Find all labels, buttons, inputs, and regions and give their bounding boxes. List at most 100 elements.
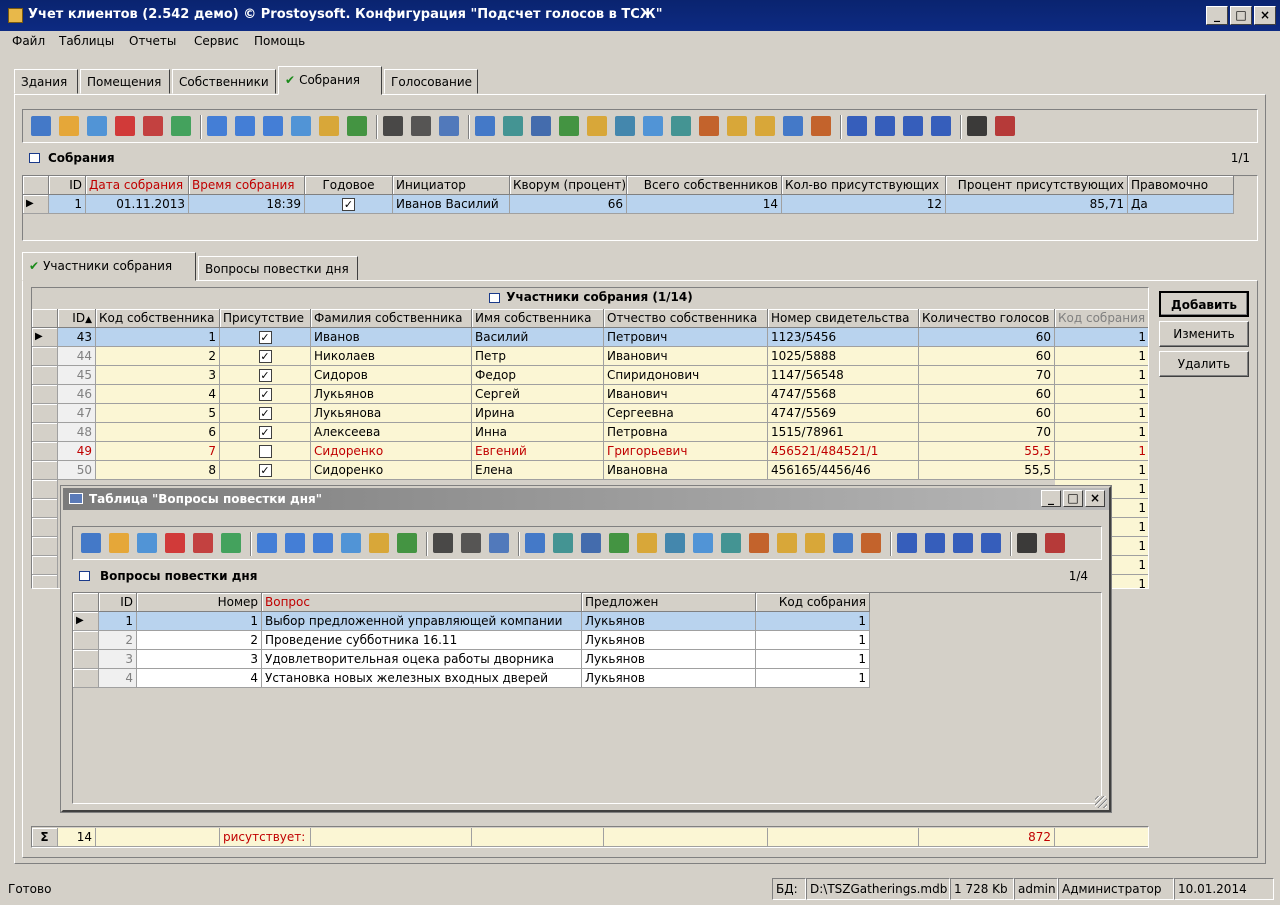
delete-icon[interactable] — [165, 533, 185, 553]
col-quorum[interactable]: Кворум (процент) — [510, 176, 627, 195]
refresh-icon[interactable] — [31, 116, 51, 136]
table-row[interactable]: 44 2 ✓ Николаев Петр Иванович 1025/5888 60 1 — [32, 347, 1148, 366]
sort-icon[interactable] — [341, 533, 361, 553]
col-first-name[interactable]: Имя собственника — [472, 309, 604, 328]
cancel-icon[interactable] — [193, 533, 213, 553]
presence-checkbox[interactable]: ✓ — [258, 426, 272, 439]
col-time[interactable]: Время собрания — [189, 176, 305, 195]
cancel-icon[interactable] — [143, 116, 163, 136]
tab-owners[interactable]: Собственники — [172, 69, 276, 94]
excel-icon[interactable] — [559, 116, 579, 136]
col-certificate[interactable]: Номер свидетельства — [768, 309, 919, 328]
col-initiator[interactable]: Инициатор — [393, 176, 510, 195]
col-total-owners[interactable]: Всего собственников — [627, 176, 782, 195]
note-icon[interactable] — [777, 533, 797, 553]
col-present-percent[interactable]: Процент присутствующих — [946, 176, 1128, 195]
col-middle-name[interactable]: Отчество собственника — [604, 309, 768, 328]
resize-grip-icon[interactable] — [1095, 796, 1107, 808]
xml-icon[interactable] — [665, 533, 685, 553]
sync-icon[interactable] — [221, 533, 241, 553]
html-icon[interactable] — [693, 533, 713, 553]
col-id[interactable]: ID▲ — [58, 309, 96, 328]
menu-service[interactable]: Сервис — [194, 34, 239, 48]
columns-icon[interactable] — [861, 533, 881, 553]
chart-icon[interactable] — [749, 533, 769, 553]
csv-icon[interactable] — [587, 116, 607, 136]
agenda-maximize-button[interactable]: □ — [1063, 490, 1083, 507]
word-icon[interactable] — [581, 533, 601, 553]
print-icon[interactable] — [411, 116, 431, 136]
refresh-icon[interactable] — [81, 533, 101, 553]
import-icon[interactable] — [553, 533, 573, 553]
chart-icon[interactable] — [699, 116, 719, 136]
menu-file[interactable]: Файл — [12, 34, 45, 48]
table-row[interactable]: ▶ 43 1 ✓ Иванов Василий Петрович 1123/5456 60 1 — [32, 328, 1148, 347]
presence-checkbox[interactable]: ✓ — [258, 407, 272, 420]
table-row[interactable]: 49 7 Сидоренко Евгений Григорьевич 456521/484… — [32, 442, 1148, 461]
filter-remove-icon[interactable] — [285, 533, 305, 553]
preview-icon[interactable] — [439, 116, 459, 136]
add-button[interactable]: Добавить — [1159, 291, 1249, 317]
meetings-row[interactable]: ▶ 1 01.11.2013 18:39 ✓ Иванов Василий 66… — [23, 195, 1257, 214]
col-proposed-by[interactable]: Предложен — [582, 593, 756, 612]
menu-reports[interactable]: Отчеты — [129, 34, 176, 48]
preview-icon[interactable] — [489, 533, 509, 553]
columns-icon[interactable] — [811, 116, 831, 136]
export-icon[interactable] — [475, 116, 495, 136]
copy-icon[interactable] — [137, 533, 157, 553]
table-row[interactable]: 2 2 Проведение субботника 16.11 Лукьянов 1 — [73, 631, 1101, 650]
delete-icon[interactable] — [115, 116, 135, 136]
col-owner-code[interactable]: Код собственника — [96, 309, 220, 328]
col-id[interactable]: ID — [49, 176, 86, 195]
table-row[interactable]: 3 3 Удовлетворительная оцека работы дворни… — [73, 650, 1101, 669]
col-presence[interactable]: Присутствие — [220, 309, 311, 328]
calc-icon[interactable] — [995, 116, 1015, 136]
col-number[interactable]: Номер — [137, 593, 262, 612]
tab-participants[interactable]: ✔ Участники собрания — [22, 252, 196, 281]
col-votes[interactable]: Количество голосов — [919, 309, 1055, 328]
sql-icon[interactable] — [347, 116, 367, 136]
group-icon[interactable] — [319, 116, 339, 136]
text-icon[interactable] — [671, 116, 691, 136]
menu-help[interactable]: Помощь — [254, 34, 305, 48]
csv-icon[interactable] — [637, 533, 657, 553]
view-icon[interactable] — [1017, 533, 1037, 553]
print-icon[interactable] — [461, 533, 481, 553]
close-button[interactable]: × — [1254, 6, 1276, 25]
presence-checkbox[interactable] — [258, 445, 272, 458]
last-icon[interactable] — [981, 533, 1001, 553]
calc-icon[interactable] — [1045, 533, 1065, 553]
sync-icon[interactable] — [171, 116, 191, 136]
word-icon[interactable] — [531, 116, 551, 136]
prev-icon[interactable] — [925, 533, 945, 553]
col-present-count[interactable]: Кол-во присутствующих — [782, 176, 946, 195]
find-icon[interactable] — [433, 533, 453, 553]
menu-tables[interactable]: Таблицы — [59, 34, 114, 48]
col-valid[interactable]: Правомочно — [1128, 176, 1234, 195]
table-row[interactable]: 45 3 ✓ Сидоров Федор Спиридонович 1147/56548 70… — [32, 366, 1148, 385]
filter-remove-icon[interactable] — [235, 116, 255, 136]
tab-agenda[interactable]: Вопросы повестки дня — [198, 256, 358, 281]
export-icon[interactable] — [525, 533, 545, 553]
presence-checkbox[interactable]: ✓ — [258, 464, 272, 477]
agenda-minimize-button[interactable]: _ — [1041, 490, 1061, 507]
find-icon[interactable] — [383, 116, 403, 136]
annual-checkbox[interactable]: ✓ — [342, 198, 355, 211]
copy-icon[interactable] — [87, 116, 107, 136]
edit-icon[interactable] — [109, 533, 129, 553]
table-row[interactable]: ▶ 1 1 Выбор предложенной управляющей компан… — [73, 612, 1101, 631]
edit-icon[interactable] — [59, 116, 79, 136]
filter-icon[interactable] — [257, 533, 277, 553]
maximize-button[interactable]: □ — [1230, 6, 1252, 25]
report-icon[interactable] — [755, 116, 775, 136]
col-question[interactable]: Вопрос — [262, 593, 582, 612]
filter-edit-icon[interactable] — [263, 116, 283, 136]
report-icon[interactable] — [805, 533, 825, 553]
col-meeting-code[interactable]: Код собрания — [756, 593, 870, 612]
next-icon[interactable] — [903, 116, 923, 136]
excel-icon[interactable] — [609, 533, 629, 553]
first-icon[interactable] — [897, 533, 917, 553]
sql-icon[interactable] — [397, 533, 417, 553]
table-row[interactable]: 4 4 Установка новых железных входных двере… — [73, 669, 1101, 688]
presence-checkbox[interactable]: ✓ — [258, 369, 272, 382]
